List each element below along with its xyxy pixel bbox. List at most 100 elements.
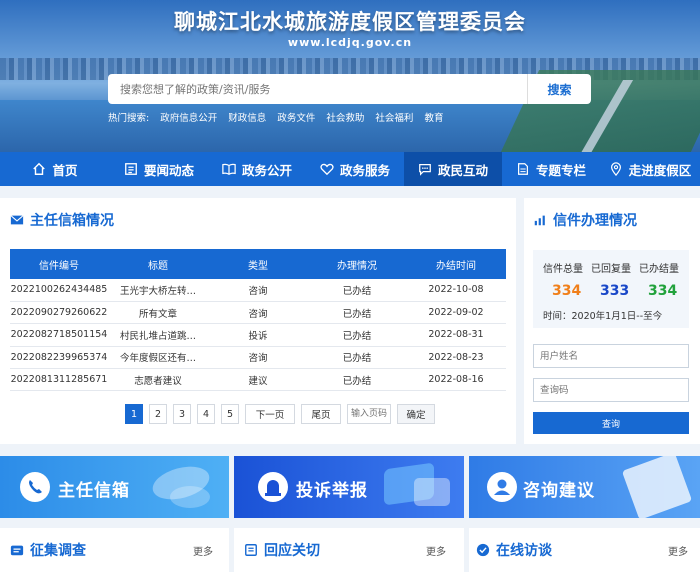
col-header: 办结时间 bbox=[406, 249, 506, 279]
cell-date: 2022-08-31 bbox=[406, 323, 506, 347]
table-row[interactable]: 2022090279260622 所有文章 咨询 已办结 2022-09-02 bbox=[10, 301, 506, 325]
stat-total-label: 信件总量 bbox=[543, 264, 583, 275]
nav-label: 走进度假区 bbox=[628, 162, 692, 178]
stat-time-range: 时间：2020年1月1日--至今 bbox=[543, 311, 663, 322]
heart-icon bbox=[320, 163, 334, 176]
cell-date: 2022-08-23 bbox=[406, 346, 506, 370]
card-label: 主任信箱 bbox=[58, 481, 130, 501]
next-page-button[interactable]: 下一页 bbox=[245, 404, 295, 424]
stat-done-label: 已办结量 bbox=[639, 264, 679, 275]
col-header: 信件编号 bbox=[10, 249, 108, 279]
cell-date: 2022-09-02 bbox=[406, 301, 506, 325]
mailbox-title: 主任信箱情况 bbox=[10, 210, 114, 230]
phone-icon bbox=[20, 472, 50, 502]
page-2[interactable]: 2 bbox=[149, 404, 167, 424]
more-link[interactable]: 更多 bbox=[668, 543, 688, 558]
mailbox-table: 信件编号 标题 类型 办理情况 办结时间 2022100262434485 王光… bbox=[10, 249, 506, 392]
cell-status: 已办结 bbox=[308, 323, 406, 347]
card-label: 咨询建议 bbox=[523, 481, 595, 501]
more-link[interactable]: 更多 bbox=[426, 543, 446, 558]
username-input[interactable] bbox=[533, 344, 689, 368]
nav-item-home[interactable]: 首页 bbox=[0, 152, 110, 186]
nav-item-open[interactable]: 政务公开 bbox=[208, 152, 306, 186]
cell-title[interactable]: 今年度假区还有… bbox=[108, 346, 208, 370]
table-row[interactable]: 2022082718501154 村民扎堆占道跳… 投诉 已办结 2022-08… bbox=[10, 323, 506, 347]
check-circle-icon bbox=[476, 543, 490, 557]
header-banner: 聊城江北水城旅游度假区管理委员会 www.lcdjq.gov.cn 搜索 热门搜… bbox=[0, 0, 700, 152]
card-decor bbox=[414, 478, 450, 506]
hot-search-term[interactable]: 政务文件 bbox=[277, 113, 315, 124]
stat-replied-label: 已回复量 bbox=[591, 264, 631, 275]
section-response-title: 回应关切 bbox=[244, 540, 320, 560]
location-icon bbox=[610, 162, 621, 176]
card-complaint[interactable]: 投诉举报 bbox=[234, 456, 464, 518]
page-number-input[interactable] bbox=[347, 404, 391, 424]
cell-date: 2022-08-16 bbox=[406, 368, 506, 392]
search-button[interactable]: 搜索 bbox=[527, 74, 591, 104]
list-icon bbox=[10, 545, 24, 556]
cell-type: 咨询 bbox=[208, 279, 308, 302]
page-1[interactable]: 1 bbox=[125, 404, 143, 424]
cell-status: 已办结 bbox=[308, 301, 406, 325]
nav-label: 政务公开 bbox=[241, 162, 292, 178]
letters-title-text: 信件办理情况 bbox=[553, 213, 637, 229]
section-survey-title: 征集调查 bbox=[10, 540, 86, 560]
cell-id: 2022082718501154 bbox=[10, 323, 108, 347]
cell-title[interactable]: 村民扎堆占道跳… bbox=[108, 323, 208, 347]
more-link[interactable]: 更多 bbox=[193, 543, 213, 558]
page-3[interactable]: 3 bbox=[173, 404, 191, 424]
site-url: www.lcdjq.gov.cn bbox=[287, 36, 413, 49]
nav-item-interaction[interactable]: 政民互动 bbox=[404, 152, 502, 186]
nav-item-service[interactable]: 政务服务 bbox=[306, 152, 404, 186]
section-interview-title: 在线访谈 bbox=[476, 540, 552, 560]
document-icon bbox=[245, 544, 257, 556]
main-nav: 首页 要闻动态 政务公开 政务服务 政民互动 专题专栏 走进度假区 bbox=[0, 152, 700, 186]
table-row[interactable]: 2022082239965374 今年度假区还有… 咨询 已办结 2022-08… bbox=[10, 346, 506, 370]
home-icon bbox=[33, 162, 46, 175]
cell-id: 2022081311285671 bbox=[10, 368, 108, 392]
cell-id: 2022090279260622 bbox=[10, 301, 108, 325]
hot-search-term[interactable]: 政府信息公开 bbox=[160, 113, 217, 124]
hot-search-term[interactable]: 教育 bbox=[424, 113, 443, 124]
file-icon bbox=[517, 163, 528, 175]
mail-icon bbox=[10, 215, 24, 225]
nav-label: 专题专栏 bbox=[535, 162, 586, 178]
hot-search-term[interactable]: 社会救助 bbox=[326, 113, 364, 124]
page-go-button[interactable]: 确定 bbox=[397, 404, 435, 424]
col-header: 类型 bbox=[208, 249, 308, 279]
page-4[interactable]: 4 bbox=[197, 404, 215, 424]
card-consult[interactable]: 咨询建议 bbox=[469, 456, 700, 518]
news-icon bbox=[125, 163, 137, 175]
page-5[interactable]: 5 bbox=[221, 404, 239, 424]
nav-label: 政民互动 bbox=[437, 162, 488, 178]
table-row[interactable]: 2022081311285671 志愿者建议 建议 已办结 2022-08-16 bbox=[10, 368, 506, 392]
cell-title[interactable]: 志愿者建议 bbox=[108, 368, 208, 392]
cell-title[interactable]: 王光宇大桥左转… bbox=[108, 279, 208, 302]
nav-item-news[interactable]: 要闻动态 bbox=[110, 152, 208, 186]
section-title-text: 征集调查 bbox=[30, 543, 86, 559]
search-input[interactable] bbox=[108, 74, 528, 104]
col-header: 标题 bbox=[108, 249, 208, 279]
query-button[interactable]: 查询 bbox=[533, 412, 689, 434]
card-label: 投诉举报 bbox=[296, 481, 368, 501]
hot-search-term[interactable]: 社会福利 bbox=[375, 113, 413, 124]
card-director-mailbox[interactable]: 主任信箱 bbox=[0, 456, 229, 518]
cell-title[interactable]: 所有文章 bbox=[108, 301, 208, 325]
stat-replied-value: 333 bbox=[600, 283, 630, 299]
last-page-button[interactable]: 尾页 bbox=[301, 404, 341, 424]
nav-item-about[interactable]: 走进度假区 bbox=[600, 152, 700, 186]
nav-label: 政务服务 bbox=[339, 162, 390, 178]
chat-icon bbox=[419, 164, 431, 176]
site-title: 聊城江北水城旅游度假区管理委员会 bbox=[174, 10, 526, 34]
hot-search-term[interactable]: 财政信息 bbox=[228, 113, 266, 124]
table-row[interactable]: 2022100262434485 王光宇大桥左转… 咨询 已办结 2022-10… bbox=[10, 279, 506, 302]
pagination: 1 2 3 4 5 下一页 尾页 确定 bbox=[125, 404, 435, 424]
nav-item-topics[interactable]: 专题专栏 bbox=[502, 152, 600, 186]
card-decor bbox=[621, 456, 693, 518]
query-code-input[interactable] bbox=[533, 378, 689, 402]
letters-title: 信件办理情况 bbox=[533, 210, 637, 230]
nav-label: 要闻动态 bbox=[143, 162, 194, 178]
hot-search-label: 热门搜索: bbox=[108, 113, 150, 124]
alarm-icon bbox=[258, 472, 288, 502]
cell-type: 咨询 bbox=[208, 346, 308, 370]
